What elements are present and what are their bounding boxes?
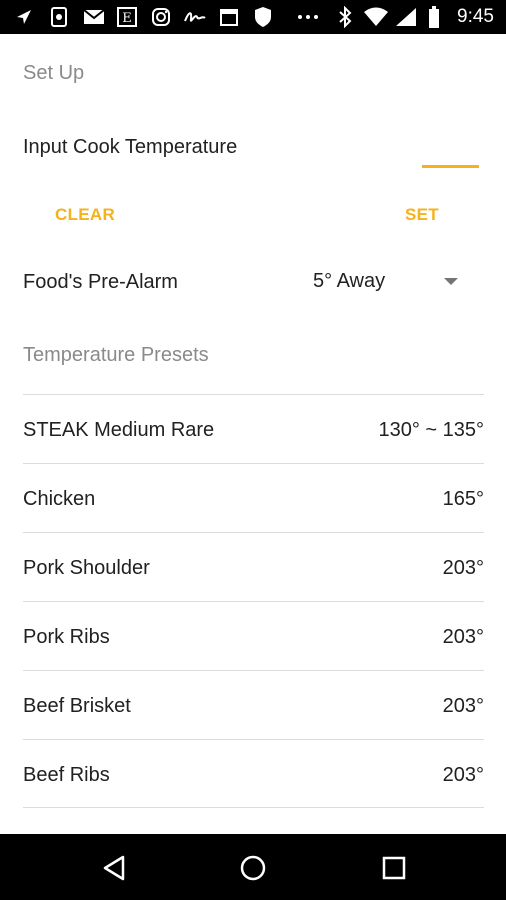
preset-list: STEAK Medium Rare 130° ~ 135° Chicken 16… — [23, 394, 484, 808]
more-icon — [296, 6, 320, 28]
recents-button[interactable] — [376, 850, 412, 886]
setup-screen: Set Up Input Cook Temperature CLEAR SET … — [0, 34, 506, 834]
battery-icon — [426, 6, 442, 28]
preset-name: Pork Ribs — [23, 626, 110, 648]
preset-row-beef-brisket[interactable]: Beef Brisket 203° — [23, 670, 484, 739]
preset-name: Beef Brisket — [23, 695, 131, 717]
preset-name: Chicken — [23, 488, 96, 510]
home-button[interactable] — [235, 850, 271, 886]
temperature-presets-title: Temperature Presets — [23, 344, 209, 366]
calendar-icon — [218, 6, 240, 28]
preset-name: STEAK Medium Rare — [23, 419, 215, 441]
preset-name: Pork Shoulder — [23, 557, 150, 579]
gmail-icon — [82, 6, 106, 28]
svg-text:E: E — [122, 11, 132, 26]
preset-row-pork-shoulder[interactable]: Pork Shoulder 203° — [23, 532, 484, 601]
preset-temp: 130° ~ 135° — [378, 419, 484, 441]
preset-temp: 203° — [442, 557, 484, 579]
navigation-icon — [14, 6, 34, 28]
pre-alarm-value: 5° Away — [313, 270, 386, 292]
signal-icon — [394, 6, 418, 28]
wifi-icon — [362, 6, 390, 28]
setup-section-title: Set Up — [23, 62, 85, 84]
instagram-icon — [150, 6, 172, 28]
signature-icon — [182, 6, 208, 28]
preset-temp: 203° — [442, 626, 484, 648]
pre-alarm-label: Food's Pre-Alarm — [23, 271, 178, 293]
set-button[interactable]: SET — [405, 205, 439, 225]
back-icon — [103, 855, 125, 881]
cook-temperature-input[interactable] — [422, 132, 479, 168]
chevron-down-icon — [444, 278, 458, 285]
preset-row-chicken[interactable]: Chicken 165° — [23, 463, 484, 532]
app-icon — [48, 6, 70, 28]
home-icon — [240, 855, 266, 881]
navigation-bar — [0, 834, 506, 900]
status-time: 9:45 — [457, 6, 494, 27]
preset-row-steak-medium-rare[interactable]: STEAK Medium Rare 130° ~ 135° — [23, 394, 484, 463]
back-button[interactable] — [96, 850, 132, 886]
preset-temp: 203° — [442, 695, 484, 717]
e-app-icon: E — [116, 6, 138, 28]
input-cook-temperature-label: Input Cook Temperature — [23, 136, 238, 158]
preset-temp: 203° — [442, 764, 484, 786]
input-underline — [422, 165, 479, 168]
recents-icon — [382, 856, 406, 880]
preset-temp: 165° — [442, 488, 484, 510]
preset-row-beef-ribs[interactable]: Beef Ribs 203° — [23, 739, 484, 808]
preset-row-pork-ribs[interactable]: Pork Ribs 203° — [23, 601, 484, 670]
preset-name: Beef Ribs — [23, 764, 110, 786]
shield-icon — [252, 6, 274, 28]
status-bar: E 9:45 — [0, 0, 506, 34]
pre-alarm-dropdown[interactable]: 5° Away — [313, 266, 463, 298]
clear-button[interactable]: CLEAR — [55, 205, 115, 225]
bluetooth-icon — [336, 6, 354, 28]
